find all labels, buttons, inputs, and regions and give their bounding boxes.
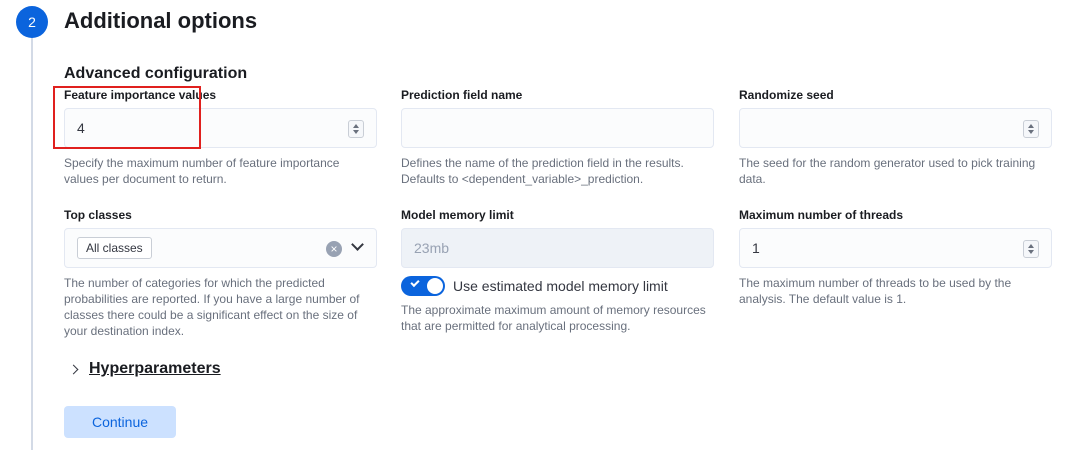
randomize-seed-field: Randomize seed The seed for the random g…: [739, 87, 1052, 187]
prediction-field-label: Prediction field name: [401, 88, 523, 102]
feature-importance-help: Specify the maximum number of feature im…: [64, 156, 340, 186]
model-memory-value: 23mb: [414, 240, 450, 256]
memory-estimate-toggle[interactable]: [401, 276, 445, 296]
step-number-badge: 2: [16, 6, 48, 38]
max-threads-input[interactable]: 1: [739, 228, 1052, 268]
top-classes-help: The number of categories for which the p…: [64, 276, 360, 338]
clear-icon[interactable]: ×: [326, 241, 342, 257]
randomize-seed-label: Randomize seed: [739, 88, 834, 102]
model-memory-help: The approximate maximum amount of memory…: [401, 303, 706, 333]
chevron-right-icon[interactable]: [68, 364, 79, 374]
prediction-field-name-field: Prediction field name Defines the name o…: [401, 87, 714, 187]
max-threads-help: The maximum number of threads to be used…: [739, 276, 1012, 306]
section-title: Advanced configuration: [64, 65, 248, 82]
model-memory-limit-field: Model memory limit 23mb Use estimated mo…: [401, 207, 714, 334]
number-stepper-icon[interactable]: [348, 120, 364, 138]
continue-button[interactable]: Continue: [64, 406, 176, 438]
randomize-seed-help: The seed for the random generator used t…: [739, 156, 1036, 186]
model-memory-input: 23mb: [401, 228, 714, 268]
toggle-knob: [426, 277, 444, 295]
top-classes-label: Top classes: [64, 208, 132, 222]
hyperparameters-label[interactable]: Hyperparameters: [89, 360, 221, 378]
max-threads-label: Maximum number of threads: [739, 208, 904, 222]
model-memory-label: Model memory limit: [401, 208, 514, 222]
step-title: Additional options: [64, 8, 258, 33]
max-threads-value: 1: [752, 240, 760, 256]
annotation-highlight-box: [53, 86, 201, 149]
number-stepper-icon[interactable]: [1023, 240, 1039, 258]
prediction-field-input[interactable]: [401, 108, 714, 148]
hyperparameters-accordion[interactable]: Hyperparameters: [68, 360, 221, 378]
memory-estimate-toggle-row: Use estimated model memory limit: [401, 276, 714, 296]
memory-estimate-toggle-label[interactable]: Use estimated model memory limit: [453, 278, 668, 294]
top-classes-selected-pill[interactable]: All classes: [77, 237, 152, 259]
number-stepper-icon[interactable]: [1023, 120, 1039, 138]
max-threads-field: Maximum number of threads 1 The maximum …: [739, 207, 1052, 307]
step-connector-line: [31, 34, 33, 450]
randomize-seed-input[interactable]: [739, 108, 1052, 148]
check-icon: [410, 277, 420, 288]
top-classes-field: Top classes All classes × The number of …: [64, 207, 377, 339]
chevron-down-icon[interactable]: [351, 238, 364, 251]
prediction-field-help: Defines the name of the prediction field…: [401, 156, 684, 186]
top-classes-combobox[interactable]: All classes ×: [64, 228, 377, 268]
